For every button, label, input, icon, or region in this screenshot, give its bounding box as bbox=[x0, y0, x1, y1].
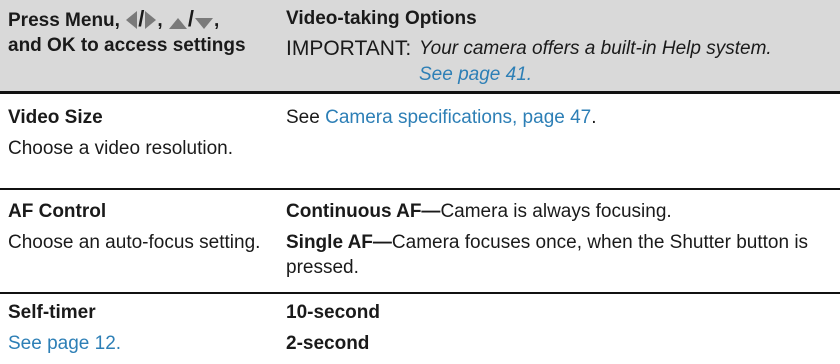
setting-description: Choose an auto-focus setting. bbox=[8, 232, 261, 253]
important-label: IMPORTANT: bbox=[286, 37, 412, 60]
option-single-af: Single AF—Camera focuses once, when the … bbox=[286, 230, 834, 255]
table-row: Video Size Choose a video resolution. Se… bbox=[0, 98, 840, 184]
option-suffix: . bbox=[591, 107, 597, 128]
table-row: AF Control Choose an auto-focus setting.… bbox=[0, 192, 840, 292]
comma-2: , bbox=[214, 10, 220, 31]
option-10-second: 10-second bbox=[286, 302, 380, 323]
option-cell: Continuous AF—Camera is always focusing.… bbox=[286, 199, 834, 280]
see-page-12-link[interactable]: See page 12. bbox=[8, 331, 280, 356]
comma-1: , bbox=[157, 10, 163, 31]
option-desc: Camera is always focusing. bbox=[440, 201, 672, 222]
setting-name: Video Size bbox=[8, 107, 103, 128]
important-note: IMPORTANT: Your camera offers a built-in… bbox=[286, 31, 834, 87]
setting-name: AF Control bbox=[8, 201, 107, 222]
setting-name: Self-timer bbox=[8, 302, 96, 323]
header-instructions: Press Menu, /, /, and OK to access setti… bbox=[8, 6, 280, 58]
header-options: Video-taking Options IMPORTANT: Your cam… bbox=[286, 6, 834, 87]
table-header: Press Menu, /, /, and OK to access setti… bbox=[0, 0, 840, 91]
settings-table: Press Menu, /, /, and OK to access setti… bbox=[0, 0, 840, 364]
menu-label: Press Menu, bbox=[8, 10, 120, 31]
down-arrow-icon bbox=[195, 17, 214, 29]
header-title: Video-taking Options bbox=[286, 8, 477, 29]
setting-cell: Video Size Choose a video resolution. bbox=[8, 105, 280, 161]
header-instructions-line2: and OK to access settings bbox=[8, 35, 246, 56]
option-text: See Camera specifications, page 47. bbox=[286, 105, 834, 130]
setting-description: Choose a video resolution. bbox=[8, 138, 233, 159]
option-prefix: See bbox=[286, 107, 320, 128]
option-desc: Camera focuses once, when the Shutter bu… bbox=[391, 232, 809, 253]
setting-cell: AF Control Choose an auto-focus setting. bbox=[8, 199, 280, 255]
important-text: Your camera offers a built-in Help syste… bbox=[419, 38, 772, 59]
setting-cell: Self-timer See page 12. bbox=[8, 300, 280, 356]
option-title: Single AF— bbox=[286, 232, 392, 253]
option-cell: See Camera specifications, page 47. bbox=[286, 105, 834, 130]
row-rule bbox=[0, 188, 840, 190]
option-cell: 10-second 2-second bbox=[286, 300, 834, 356]
up-arrow-icon bbox=[168, 17, 187, 29]
lr-separator: / bbox=[138, 6, 145, 31]
ud-separator: / bbox=[187, 6, 195, 31]
left-arrow-icon bbox=[126, 11, 138, 29]
header-rule bbox=[0, 91, 840, 94]
option-single-af-continued: pressed. bbox=[286, 257, 359, 278]
option-title: Continuous AF— bbox=[286, 201, 441, 222]
right-arrow-icon bbox=[145, 11, 157, 29]
camera-specs-link[interactable]: Camera specifications, page 47 bbox=[325, 107, 591, 128]
header-instructions-line1: Press Menu, /, /, bbox=[8, 6, 280, 33]
table-row: Self-timer See page 12. 10-second 2-seco… bbox=[0, 294, 840, 364]
option-continuous-af: Continuous AF—Camera is always focusing. bbox=[286, 199, 834, 224]
important-link[interactable]: See page 41. bbox=[419, 62, 532, 87]
option-2-second: 2-second bbox=[286, 333, 370, 354]
